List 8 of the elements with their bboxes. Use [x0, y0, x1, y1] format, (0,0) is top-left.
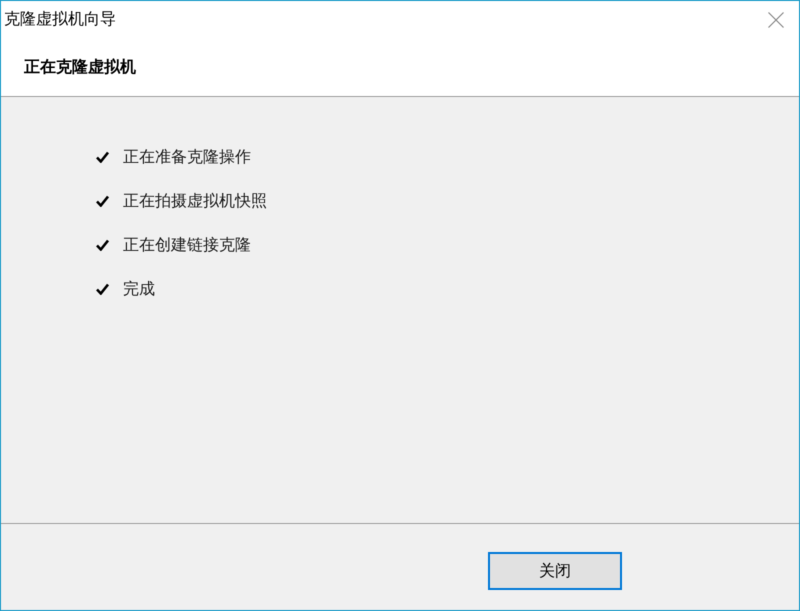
- step-label: 正在准备克隆操作: [123, 146, 251, 168]
- step-label: 正在创建链接克隆: [123, 234, 251, 256]
- step-label: 完成: [123, 278, 155, 300]
- page-heading: 正在克隆虚拟机: [24, 56, 136, 78]
- close-icon: [768, 12, 784, 28]
- close-dialog-button[interactable]: 关闭: [488, 552, 622, 590]
- window-title: 克隆虚拟机向导: [4, 9, 116, 30]
- step-label: 正在拍摄虚拟机快照: [123, 190, 267, 212]
